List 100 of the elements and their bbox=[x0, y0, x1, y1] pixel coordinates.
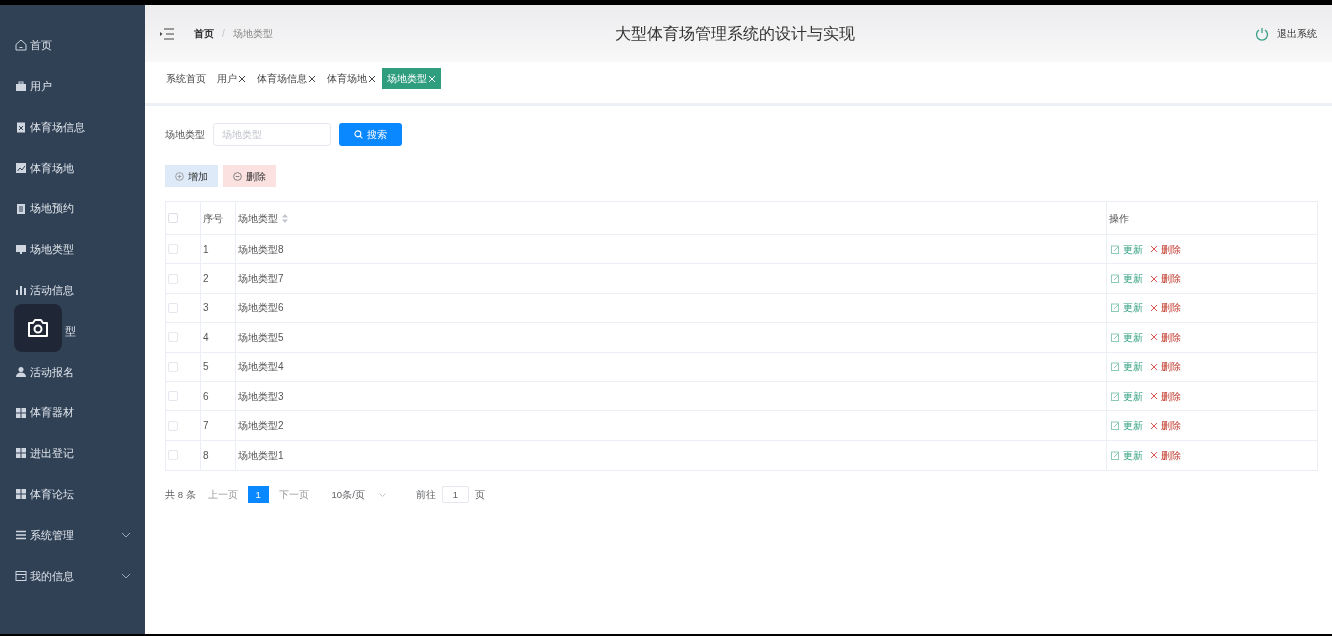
sidebar-item[interactable]: 场地类型 bbox=[0, 229, 145, 270]
chevron-down-icon bbox=[378, 492, 386, 497]
grid-icon bbox=[15, 447, 27, 460]
delete-link[interactable]: 删除 bbox=[1150, 447, 1181, 463]
page-input[interactable]: 1 bbox=[441, 486, 469, 504]
chevron-down-icon bbox=[121, 572, 131, 579]
table-cell-text: 场地类型1 bbox=[238, 448, 284, 463]
column-header: 序号 bbox=[203, 211, 223, 226]
close-icon[interactable] bbox=[368, 74, 376, 83]
page-tab[interactable]: 体育场信息 bbox=[252, 68, 321, 89]
briefcase-icon bbox=[15, 80, 27, 93]
page-size-select[interactable]: 10条/页 bbox=[331, 487, 386, 502]
update-link[interactable]: 更新 bbox=[1111, 359, 1143, 375]
table-cell-text: 4 bbox=[203, 330, 209, 345]
update-link[interactable]: 更新 bbox=[1111, 271, 1143, 287]
close-icon bbox=[1150, 303, 1158, 312]
delete-button[interactable]: 删除 bbox=[223, 165, 276, 187]
sidebar-item[interactable]: 体育论坛 bbox=[0, 473, 145, 515]
delete-link[interactable]: 删除 bbox=[1150, 241, 1181, 257]
row-checkbox[interactable] bbox=[168, 391, 178, 402]
document-icon bbox=[15, 202, 27, 215]
plus-circle-icon bbox=[175, 171, 184, 181]
close-icon bbox=[1150, 333, 1158, 342]
sidebar-item[interactable]: 体育器材 bbox=[0, 392, 145, 433]
close-icon[interactable] bbox=[308, 74, 316, 83]
row-checkbox[interactable] bbox=[168, 302, 178, 313]
edit-icon bbox=[1111, 274, 1120, 284]
row-checkbox[interactable] bbox=[168, 450, 178, 461]
sidebar-item[interactable]: 首页 bbox=[0, 25, 145, 66]
delete-link[interactable]: 删除 bbox=[1150, 359, 1181, 375]
edit-icon bbox=[1111, 303, 1120, 313]
grid-icon bbox=[15, 488, 27, 501]
list-icon bbox=[15, 528, 27, 541]
close-icon bbox=[1150, 362, 1158, 371]
delete-link[interactable]: 删除 bbox=[1150, 329, 1181, 345]
delete-link[interactable]: 删除 bbox=[1150, 300, 1181, 316]
window-icon bbox=[15, 569, 27, 582]
sidebar-item[interactable]: 用户 bbox=[0, 65, 145, 107]
menu-toggle-icon[interactable] bbox=[160, 27, 174, 40]
delete-link[interactable]: 删除 bbox=[1150, 271, 1181, 287]
table-cell-text: 5 bbox=[203, 360, 209, 375]
update-link[interactable]: 更新 bbox=[1111, 241, 1143, 257]
update-link[interactable]: 更新 bbox=[1111, 329, 1143, 345]
sidebar-item[interactable]: 我的信息 bbox=[0, 555, 145, 597]
sidebar-item[interactable]: 体育场地 bbox=[0, 147, 145, 189]
table-cell-text: 场地类型8 bbox=[238, 242, 284, 257]
page-unit: 页 bbox=[474, 487, 485, 502]
search-icon bbox=[354, 130, 363, 139]
page-tab[interactable]: 系统首页 bbox=[161, 68, 211, 89]
home-icon bbox=[15, 39, 27, 52]
table-cell-text: 场地类型4 bbox=[238, 360, 284, 375]
page-tab[interactable]: 体育场地 bbox=[322, 68, 381, 89]
column-header: 场地类型 bbox=[238, 211, 278, 226]
sidebar-item[interactable]: 活动报名 bbox=[0, 351, 145, 393]
edit-icon bbox=[1111, 450, 1120, 460]
breadcrumb-separator: / bbox=[222, 27, 225, 41]
sort-icon[interactable] bbox=[282, 213, 288, 223]
search-label: 场地类型 bbox=[165, 128, 205, 142]
table-cell-text: 8 bbox=[203, 448, 209, 463]
close-icon bbox=[1150, 421, 1158, 430]
logout-button[interactable]: 退出系统 bbox=[1255, 26, 1317, 41]
clipboard-icon bbox=[15, 121, 27, 133]
select-all-checkbox[interactable] bbox=[168, 213, 178, 223]
sidebar-item[interactable]: 场地预约 bbox=[0, 188, 145, 229]
sidebar-item[interactable]: 活动信息 bbox=[0, 269, 145, 311]
breadcrumb-link[interactable]: 首页 bbox=[194, 26, 214, 41]
sidebar-item[interactable]: 系统管理 bbox=[0, 514, 145, 556]
edit-icon bbox=[1111, 421, 1120, 431]
sidebar-item[interactable]: 体育场信息 bbox=[0, 106, 145, 148]
goto-label: 前往 bbox=[415, 487, 436, 502]
table-cell-text: 7 bbox=[203, 419, 209, 434]
update-link[interactable]: 更新 bbox=[1111, 418, 1143, 434]
delete-link[interactable]: 删除 bbox=[1150, 388, 1181, 404]
table-cell-text: 2 bbox=[203, 272, 209, 287]
search-button[interactable]: 搜索 bbox=[339, 123, 402, 146]
row-checkbox[interactable] bbox=[168, 420, 178, 431]
table-cell-text: 场地类型6 bbox=[238, 301, 284, 316]
edit-icon bbox=[1111, 391, 1120, 401]
delete-link[interactable]: 删除 bbox=[1150, 418, 1181, 434]
sidebar-item[interactable]: 型 bbox=[0, 310, 145, 352]
row-checkbox[interactable] bbox=[168, 361, 178, 372]
camera-button[interactable] bbox=[14, 304, 62, 352]
page-number[interactable]: 1 bbox=[247, 486, 269, 504]
close-icon bbox=[1150, 392, 1158, 401]
close-icon[interactable] bbox=[238, 74, 246, 83]
minus-circle-icon bbox=[233, 171, 242, 181]
table-cell-text: 3 bbox=[203, 301, 209, 316]
row-checkbox[interactable] bbox=[168, 273, 178, 284]
monitor-icon bbox=[15, 243, 27, 256]
update-link[interactable]: 更新 bbox=[1111, 447, 1143, 463]
page-tab[interactable]: 用户 bbox=[212, 68, 251, 89]
total-count: 共 8 条 bbox=[165, 487, 196, 502]
user-icon bbox=[15, 365, 27, 378]
row-checkbox[interactable] bbox=[168, 332, 178, 343]
sidebar-item[interactable]: 进出登记 bbox=[0, 432, 145, 474]
update-link[interactable]: 更新 bbox=[1111, 388, 1143, 404]
edit-icon bbox=[1111, 332, 1120, 342]
add-button[interactable]: 增加 bbox=[165, 165, 218, 187]
row-checkbox[interactable] bbox=[168, 244, 178, 255]
update-link[interactable]: 更新 bbox=[1111, 300, 1143, 316]
